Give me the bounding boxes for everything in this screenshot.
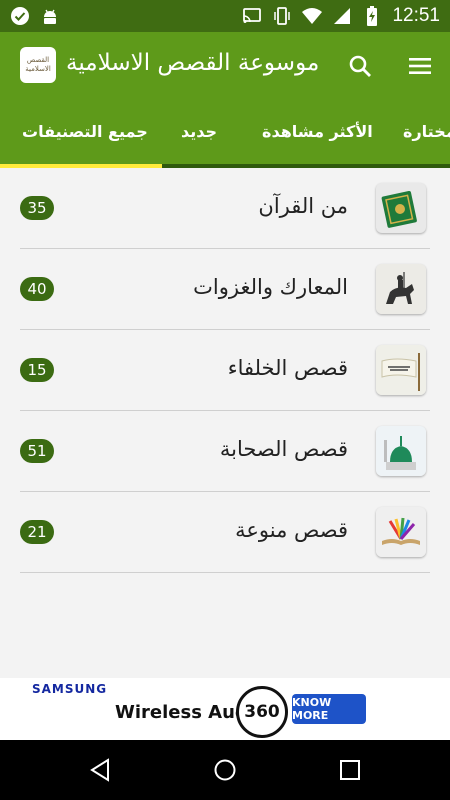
open-book-icon (376, 507, 426, 557)
list-item[interactable]: المعارك والغزوات 40 (20, 249, 430, 330)
list-item[interactable]: قصص الصحابة 51 (20, 411, 430, 492)
status-time: 12:51 (392, 5, 440, 26)
app-logo: القصص الاسلامية (20, 47, 56, 83)
category-label: المعارك والغزوات (193, 275, 348, 299)
back-icon[interactable] (88, 758, 112, 782)
tab-selected[interactable]: مختارة (403, 122, 450, 141)
category-label: قصص منوعة (235, 518, 348, 542)
app-bar: القصص الاسلامية موسوعة القصص الاسلامية (0, 32, 450, 100)
signal-icon (332, 6, 352, 26)
vibrate-icon (272, 6, 292, 26)
ad-badge: 360 (236, 686, 288, 738)
app-logo-text: القصص الاسلامية (25, 56, 51, 73)
list-item[interactable]: من القرآن 35 (20, 168, 430, 249)
count-badge: 35 (20, 196, 54, 220)
category-tabs: جميع التصنيفات جديد الأكثر مشاهدة مختارة (0, 100, 450, 168)
category-label: من القرآن (258, 194, 348, 218)
recents-icon[interactable] (338, 758, 362, 782)
quran-book-icon (376, 183, 426, 233)
list-item[interactable]: قصص منوعة 21 (20, 492, 430, 573)
app-title: موسوعة القصص الاسلامية (66, 50, 320, 76)
tab-most-viewed[interactable]: الأكثر مشاهدة (262, 122, 373, 141)
tab-new[interactable]: جديد (181, 122, 217, 141)
ad-banner[interactable]: SAMSUNG Wireless Audio 360 KNOW MORE (0, 678, 450, 740)
list-item[interactable]: قصص الخلفاء 15 (20, 330, 430, 411)
count-badge: 40 (20, 277, 54, 301)
android-icon (40, 6, 60, 26)
ad-cta-button[interactable]: KNOW MORE (292, 694, 366, 724)
wifi-icon (302, 6, 323, 26)
category-label: قصص الصحابة (219, 437, 348, 461)
nav-bar (0, 740, 450, 800)
home-icon[interactable] (213, 758, 237, 782)
count-badge: 21 (20, 520, 54, 544)
check-circle-icon (10, 6, 30, 26)
mosque-dome-icon (376, 426, 426, 476)
search-icon[interactable] (348, 54, 372, 78)
category-list: من القرآن 35 المعارك والغزوات 40 قصص الخ… (20, 168, 430, 573)
menu-icon[interactable] (408, 54, 432, 78)
cast-icon (242, 6, 262, 26)
count-badge: 15 (20, 358, 54, 382)
horseman-icon (376, 264, 426, 314)
count-badge: 51 (20, 439, 54, 463)
category-label: قصص الخلفاء (227, 356, 348, 380)
tab-all-categories[interactable]: جميع التصنيفات (22, 122, 148, 141)
flag-icon (376, 345, 426, 395)
status-bar: 12:51 (0, 0, 450, 32)
ad-brand: SAMSUNG (32, 682, 108, 696)
battery-icon (362, 6, 382, 26)
